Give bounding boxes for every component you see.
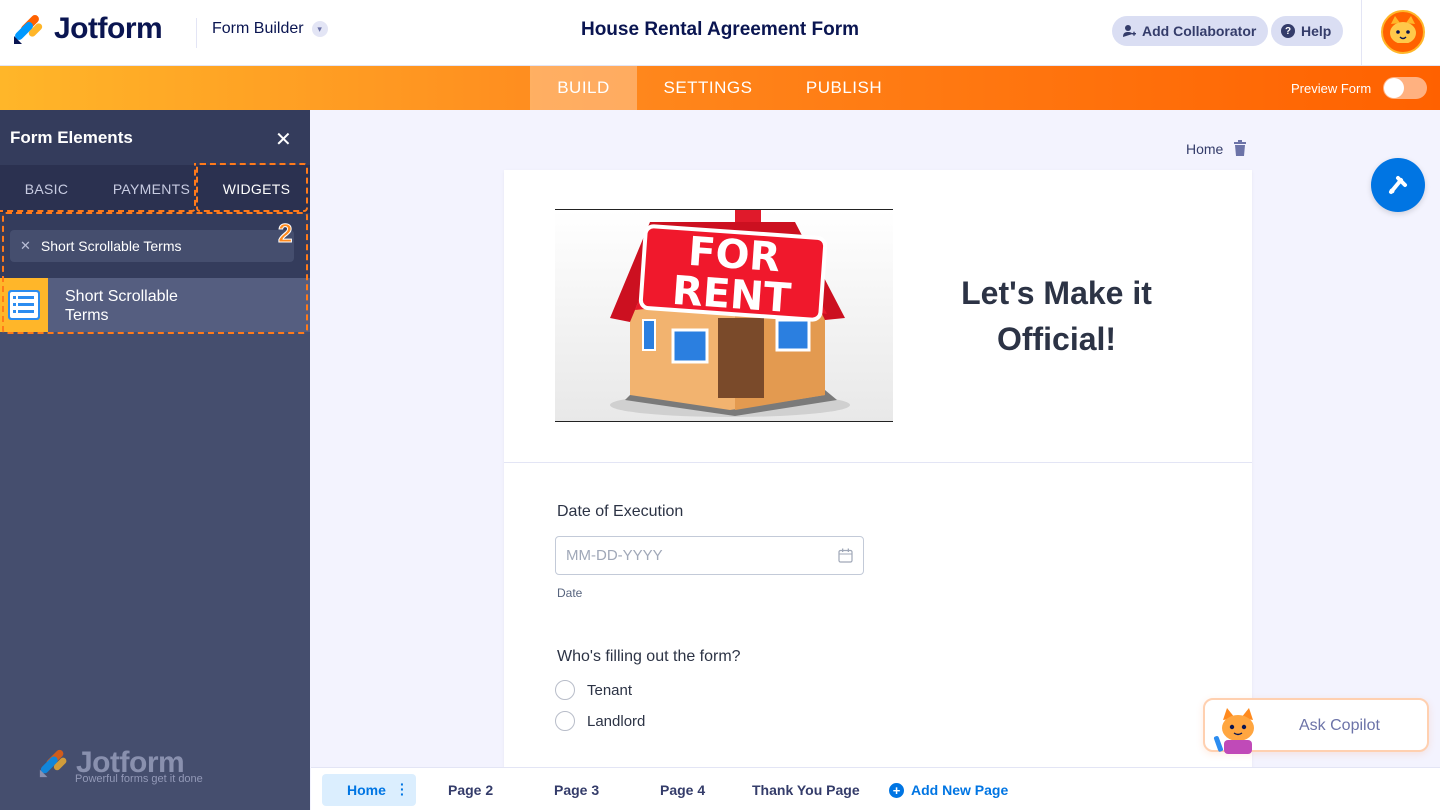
radio-button[interactable] [555,711,575,731]
page-tab-label: Page 2 [448,782,494,798]
close-icon[interactable]: ✕ [275,127,292,152]
avatar[interactable] [1381,10,1425,54]
toggle-knob [1384,78,1404,98]
ask-copilot-button[interactable]: Ask Copilot [1203,698,1429,754]
sidebar-footer-tagline: Powerful forms get it done [75,773,203,785]
page-tab-label: Thank You Page [752,782,860,798]
highlight-search-result [2,212,308,334]
builder-nav: BUILD SETTINGS PUBLISH Preview Form [0,66,1440,110]
page-tab-label: Home [347,782,386,798]
radio-option-tenant[interactable]: Tenant [555,680,632,700]
page-tab-label: Page 4 [660,782,706,798]
radio-button[interactable] [555,680,575,700]
add-collaborator-button[interactable]: Add Collaborator [1112,16,1269,46]
add-new-page-label: Add New Page [911,782,1009,798]
jotform-logo[interactable]: Jotform [12,12,163,46]
radio-option-label: Tenant [587,681,633,699]
jotform-wordmark: Jotform [54,12,163,45]
page-tab-home[interactable]: Home · · · [322,774,416,806]
tab-settings[interactable]: SETTINGS [650,66,766,110]
radio-question-label: Who's filling out the form? [557,648,741,665]
for-rent-house-image[interactable]: FOR RENT [555,209,893,422]
add-new-page-button[interactable]: + Add New Page [889,774,1008,806]
trash-icon[interactable] [1233,140,1247,156]
cat-avatar-icon [1390,16,1416,50]
pages-bar: Home · · · Page 2 Page 3 Page 4 Thank You … [311,767,1440,810]
chevron-down-icon: ▾ [311,21,328,37]
help-label: Help [1301,23,1332,39]
help-icon: ? [1281,24,1295,38]
form-card: FOR RENT Let's Make it Official! Date of… [504,170,1252,770]
jotform-logo-icon [14,15,43,44]
preview-form-label: Preview Form [1291,81,1372,96]
tab-build[interactable]: BUILD [530,66,637,110]
form-title[interactable]: House Rental Agreement Form [581,19,859,40]
date-field-label: Date of Execution [557,503,684,520]
more-options-icon[interactable]: · · · [400,777,405,801]
plus-icon: + [889,782,904,798]
panel-title: Form Elements [10,128,133,147]
radio-option-label: Landlord [587,712,646,730]
date-placeholder: MM-DD-YYYY [566,547,663,564]
help-button[interactable]: ? Help [1271,16,1344,46]
tab-build-label: BUILD [557,78,610,97]
add-collaborator-label: Add Collaborator [1142,23,1257,39]
add-user-icon [1123,25,1136,37]
page-tab-page-2[interactable]: Page 2 [448,774,493,806]
header-divider [196,18,197,48]
page-tab-label: Page 3 [554,782,600,798]
page-tab-page-4[interactable]: Page 4 [660,774,705,806]
ask-copilot-label: Ask Copilot [1299,717,1380,734]
page-tab-thank-you[interactable]: Thank You Page [752,774,860,806]
highlight-widgets-tab [196,163,308,212]
page-breadcrumb[interactable]: Home [1186,141,1223,157]
card-divider [504,462,1252,463]
date-input[interactable]: MM-DD-YYYY [555,536,864,575]
highlight-tabs-outline [0,163,196,212]
form-designer-button[interactable] [1371,158,1425,212]
header-divider-right [1361,0,1362,66]
step-number-badge: 2 [277,218,293,249]
preview-form-toggle[interactable] [1383,77,1427,99]
copilot-cat-icon [1213,708,1254,754]
jotform-logo-icon [39,749,67,778]
panel-header: Form Elements ✕ [0,110,310,165]
radio-option-landlord[interactable]: Landlord [555,711,645,731]
date-sublabel: Date [557,586,583,600]
calendar-icon[interactable] [838,548,853,563]
form-heading[interactable]: Let's Make it Official! [924,270,1189,362]
top-header: Jotform Form Builder ▾ House Rental Agre… [0,0,1440,66]
form-builder-dropdown[interactable]: Form Builder ▾ [212,20,328,38]
form-builder-label: Form Builder [212,20,304,37]
tab-settings-label: SETTINGS [663,78,753,97]
for-rent-sign-line-2: RENT [671,268,794,322]
house-illustration: FOR RENT [555,210,893,421]
tab-publish-label: PUBLISH [805,78,883,97]
tab-publish[interactable]: PUBLISH [790,66,898,110]
page-tab-page-3[interactable]: Page 3 [554,774,599,806]
paint-roller-icon [1389,176,1407,194]
